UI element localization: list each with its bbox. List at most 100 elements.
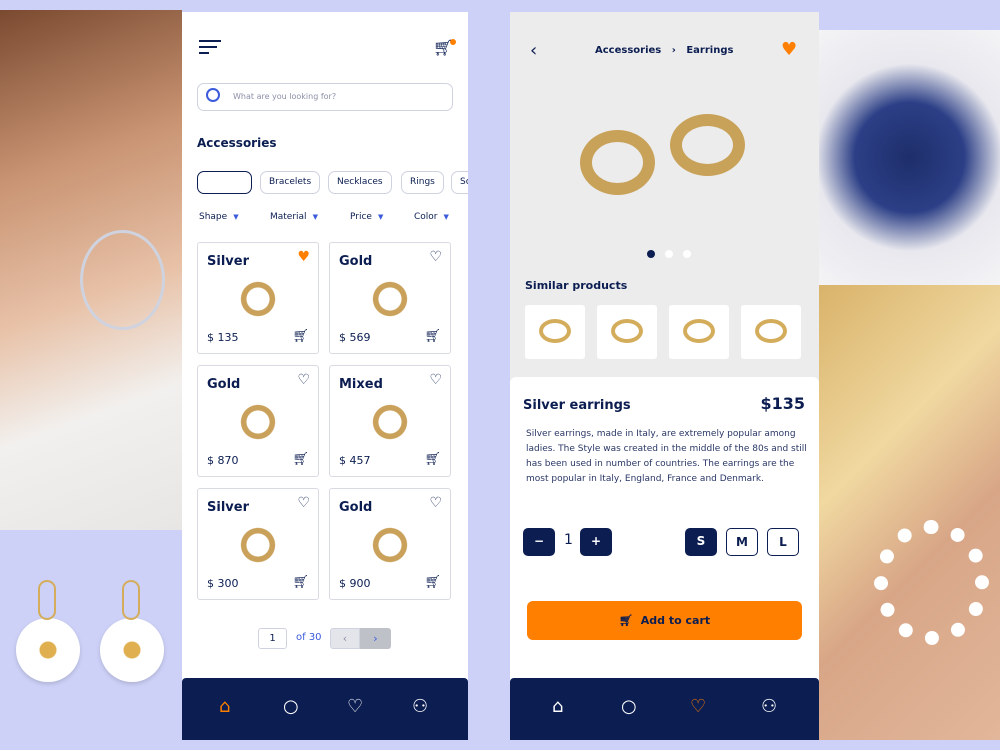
- quantity-value: 1: [564, 532, 573, 548]
- cart-icon: 🛒︎: [618, 614, 633, 627]
- product-description: Silver earrings, made in Italy, are extr…: [526, 429, 807, 484]
- add-to-cart-icon[interactable]: 🛒︎: [424, 452, 441, 467]
- detail-panel: Silver earrings $135 Silver earrings, ma…: [510, 377, 819, 697]
- filter-label: Color: [414, 212, 438, 222]
- filter-material[interactable]: Material ▼: [270, 212, 318, 222]
- breadcrumb-earrings: Earrings: [686, 45, 734, 56]
- breadcrumb: Accessories › Earrings: [595, 45, 733, 56]
- filter-label: Shape: [199, 212, 228, 222]
- product-title: Silver: [207, 254, 249, 269]
- page-count: of 30: [296, 632, 322, 643]
- search-placeholder: What are you looking for?: [233, 92, 337, 101]
- product-image[interactable]: [575, 112, 755, 212]
- product-title: Mixed: [339, 377, 383, 392]
- decrease-quantity-button[interactable]: −: [523, 528, 555, 556]
- product-price: $ 569: [339, 331, 371, 344]
- bottom-nav: ⌂ ○ ♡ ⚇: [510, 678, 819, 740]
- product-card[interactable]: Silver ♡ $ 300 🛒︎: [197, 488, 319, 600]
- filter-color[interactable]: Color ▼: [414, 212, 449, 222]
- menu-icon[interactable]: [199, 40, 221, 54]
- cart-badge: [450, 39, 457, 45]
- favorite-icon[interactable]: ♥: [297, 249, 310, 265]
- caret-down-icon: ▼: [233, 213, 239, 221]
- filter-shape[interactable]: Shape ▼: [199, 212, 239, 222]
- favorite-icon[interactable]: ♡: [429, 495, 442, 511]
- increase-quantity-button[interactable]: +: [580, 528, 612, 556]
- product-detail-screen: ‹ Accessories › Earrings ♥ Similar produ…: [510, 12, 819, 740]
- favorite-icon[interactable]: ♡: [297, 495, 310, 511]
- caret-down-icon: ▼: [377, 213, 384, 221]
- category-more[interactable]: Sc: [451, 171, 468, 194]
- category-rings[interactable]: Rings: [401, 171, 444, 194]
- model-flower-hoop-photo: [819, 285, 1000, 740]
- heart-icon[interactable]: ♡: [690, 696, 706, 717]
- category-earrings[interactable]: Earrings: [197, 171, 253, 194]
- chevron-right-icon: ›: [671, 45, 676, 56]
- prev-page-button[interactable]: ‹: [330, 628, 360, 649]
- product-price: $ 870: [207, 454, 239, 467]
- back-icon[interactable]: ‹: [530, 40, 537, 61]
- breadcrumb-accessories[interactable]: Accessories: [595, 45, 661, 56]
- product-image: [360, 277, 420, 321]
- product-card[interactable]: Mixed ♡ $ 457 🛒︎: [329, 365, 451, 477]
- chat-icon[interactable]: ○: [283, 696, 299, 717]
- favorite-icon[interactable]: ♡: [429, 372, 442, 388]
- blue-flower-earring-photo: [819, 30, 1000, 285]
- product-title: Gold: [339, 500, 373, 515]
- carousel-dot[interactable]: [665, 250, 673, 258]
- add-to-cart-label: Add to cart: [640, 614, 711, 627]
- product-image: [360, 400, 420, 444]
- favorite-icon[interactable]: ♡: [297, 372, 310, 388]
- similar-product[interactable]: [597, 305, 657, 359]
- product-price: $ 457: [339, 454, 371, 467]
- size-m-button[interactable]: M: [726, 528, 758, 556]
- similar-product[interactable]: [741, 305, 801, 359]
- search-icon: [206, 88, 220, 102]
- product-title: Gold: [339, 254, 373, 269]
- category-necklaces[interactable]: Necklaces: [328, 171, 392, 194]
- product-card[interactable]: Gold ♡ $ 870 🛒︎: [197, 365, 319, 477]
- add-to-cart-icon[interactable]: 🛒︎: [424, 329, 441, 344]
- add-to-cart-button[interactable]: 🛒︎ Add to cart: [527, 601, 802, 640]
- search-input[interactable]: What are you looking for?: [197, 83, 453, 111]
- next-page-button[interactable]: ›: [360, 628, 391, 649]
- profile-icon[interactable]: ⚇: [761, 696, 777, 717]
- filter-price[interactable]: Price ▼: [350, 212, 383, 222]
- product-image: [228, 277, 288, 321]
- section-title: Accessories: [197, 136, 277, 150]
- cart-icon[interactable]: 🛒︎: [433, 38, 457, 57]
- favorite-icon[interactable]: ♡: [429, 249, 442, 265]
- add-to-cart-icon[interactable]: 🛒︎: [292, 452, 309, 467]
- carousel-dot[interactable]: [683, 250, 691, 258]
- size-l-button[interactable]: L: [767, 528, 799, 556]
- carousel-dot[interactable]: [647, 250, 655, 258]
- product-title: Gold: [207, 377, 241, 392]
- profile-icon[interactable]: ⚇: [412, 696, 428, 717]
- add-to-cart-icon[interactable]: 🛒︎: [424, 575, 441, 590]
- product-card[interactable]: Gold ♡ $ 569 🛒︎: [329, 242, 451, 354]
- product-list-screen: 🛒︎ What are you looking for? Accessories…: [182, 12, 468, 740]
- favorite-icon[interactable]: ♥: [781, 39, 797, 60]
- add-to-cart-icon[interactable]: 🛒︎: [292, 329, 309, 344]
- home-icon[interactable]: ⌂: [219, 696, 230, 717]
- product-card[interactable]: Gold ♡ $ 900 🛒︎: [329, 488, 451, 600]
- flower-earrings-photo: [0, 530, 182, 740]
- product-title: Silver: [207, 500, 249, 515]
- product-price: $ 135: [207, 331, 239, 344]
- similar-product[interactable]: [525, 305, 585, 359]
- size-s-button[interactable]: S: [685, 528, 717, 556]
- product-price: $ 900: [339, 577, 371, 590]
- page-number-input[interactable]: 1: [258, 628, 287, 649]
- model-photo-earring: [0, 10, 182, 530]
- product-price: $135: [760, 394, 805, 413]
- category-bracelets[interactable]: Bracelets: [260, 171, 321, 194]
- home-icon[interactable]: ⌂: [552, 696, 563, 717]
- caret-down-icon: ▼: [443, 213, 449, 221]
- heart-icon[interactable]: ♡: [347, 696, 363, 717]
- product-name: Silver earrings: [523, 398, 631, 413]
- product-image: [360, 523, 420, 567]
- chat-icon[interactable]: ○: [621, 696, 637, 717]
- add-to-cart-icon[interactable]: 🛒︎: [292, 575, 309, 590]
- similar-product[interactable]: [669, 305, 729, 359]
- product-card[interactable]: Silver ♥ $ 135 🛒︎: [197, 242, 319, 354]
